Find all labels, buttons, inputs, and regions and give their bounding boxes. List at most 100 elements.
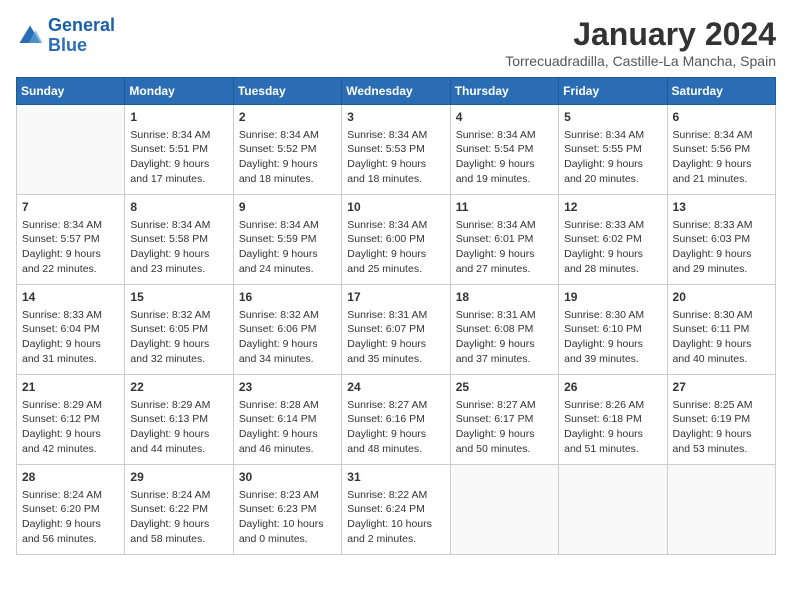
weekday-header: Monday <box>125 78 233 105</box>
day-info: Daylight: 9 hours <box>673 247 770 262</box>
day-number: 2 <box>239 109 336 126</box>
day-info: Daylight: 9 hours <box>22 427 119 442</box>
day-info: Daylight: 9 hours <box>673 427 770 442</box>
day-info: Sunset: 6:07 PM <box>347 322 444 337</box>
day-info: and 0 minutes. <box>239 532 336 547</box>
day-info: Sunrise: 8:29 AM <box>130 398 227 413</box>
day-info: Sunset: 5:51 PM <box>130 142 227 157</box>
day-number: 24 <box>347 379 444 396</box>
day-info: Sunrise: 8:25 AM <box>673 398 770 413</box>
day-info: Sunset: 6:11 PM <box>673 322 770 337</box>
day-info: Daylight: 9 hours <box>456 427 553 442</box>
day-info: and 50 minutes. <box>456 442 553 457</box>
day-info: Sunrise: 8:32 AM <box>239 308 336 323</box>
day-info: Daylight: 9 hours <box>347 427 444 442</box>
day-info: Daylight: 9 hours <box>564 337 661 352</box>
day-info: Sunset: 6:18 PM <box>564 412 661 427</box>
day-info: and 18 minutes. <box>347 172 444 187</box>
day-number: 23 <box>239 379 336 396</box>
calendar-header-row: SundayMondayTuesdayWednesdayThursdayFrid… <box>17 78 776 105</box>
day-info: Sunrise: 8:27 AM <box>347 398 444 413</box>
calendar-cell: 1Sunrise: 8:34 AMSunset: 5:51 PMDaylight… <box>125 105 233 195</box>
day-number: 14 <box>22 289 119 306</box>
day-info: and 17 minutes. <box>130 172 227 187</box>
day-info: and 56 minutes. <box>22 532 119 547</box>
day-info: Daylight: 9 hours <box>456 157 553 172</box>
calendar-cell: 13Sunrise: 8:33 AMSunset: 6:03 PMDayligh… <box>667 195 775 285</box>
calendar-cell: 5Sunrise: 8:34 AMSunset: 5:55 PMDaylight… <box>559 105 667 195</box>
day-info: Sunrise: 8:34 AM <box>130 128 227 143</box>
day-info: Sunset: 6:06 PM <box>239 322 336 337</box>
day-number: 18 <box>456 289 553 306</box>
day-info: Daylight: 10 hours <box>347 517 444 532</box>
day-info: Sunrise: 8:26 AM <box>564 398 661 413</box>
day-info: Sunrise: 8:33 AM <box>564 218 661 233</box>
day-info: Sunrise: 8:33 AM <box>22 308 119 323</box>
day-info: and 39 minutes. <box>564 352 661 367</box>
day-info: and 18 minutes. <box>239 172 336 187</box>
logo-icon <box>16 22 44 50</box>
day-info: Sunset: 6:05 PM <box>130 322 227 337</box>
day-info: Sunrise: 8:31 AM <box>456 308 553 323</box>
day-info: and 24 minutes. <box>239 262 336 277</box>
day-info: Sunrise: 8:34 AM <box>456 128 553 143</box>
day-number: 17 <box>347 289 444 306</box>
page-header: General Blue January 2024 Torrecuadradil… <box>16 16 776 69</box>
day-info: Daylight: 9 hours <box>130 247 227 262</box>
calendar-cell: 11Sunrise: 8:34 AMSunset: 6:01 PMDayligh… <box>450 195 558 285</box>
day-info: Daylight: 9 hours <box>130 427 227 442</box>
day-info: and 28 minutes. <box>564 262 661 277</box>
calendar-cell: 3Sunrise: 8:34 AMSunset: 5:53 PMDaylight… <box>342 105 450 195</box>
day-info: and 42 minutes. <box>22 442 119 457</box>
day-number: 11 <box>456 199 553 216</box>
day-info: Sunset: 6:13 PM <box>130 412 227 427</box>
day-info: and 22 minutes. <box>22 262 119 277</box>
day-info: Sunset: 6:24 PM <box>347 502 444 517</box>
calendar-cell: 23Sunrise: 8:28 AMSunset: 6:14 PMDayligh… <box>233 375 341 465</box>
day-number: 29 <box>130 469 227 486</box>
calendar-cell: 2Sunrise: 8:34 AMSunset: 5:52 PMDaylight… <box>233 105 341 195</box>
calendar-cell: 10Sunrise: 8:34 AMSunset: 6:00 PMDayligh… <box>342 195 450 285</box>
day-info: and 46 minutes. <box>239 442 336 457</box>
calendar-cell: 12Sunrise: 8:33 AMSunset: 6:02 PMDayligh… <box>559 195 667 285</box>
day-info: and 48 minutes. <box>347 442 444 457</box>
day-info: Sunset: 6:20 PM <box>22 502 119 517</box>
day-info: Sunset: 6:02 PM <box>564 232 661 247</box>
day-info: Sunrise: 8:30 AM <box>673 308 770 323</box>
day-info: Sunrise: 8:34 AM <box>673 128 770 143</box>
calendar-table: SundayMondayTuesdayWednesdayThursdayFrid… <box>16 77 776 555</box>
day-info: Sunset: 6:14 PM <box>239 412 336 427</box>
day-number: 30 <box>239 469 336 486</box>
day-info: Sunrise: 8:34 AM <box>564 128 661 143</box>
calendar-cell: 24Sunrise: 8:27 AMSunset: 6:16 PMDayligh… <box>342 375 450 465</box>
day-info: Sunrise: 8:28 AM <box>239 398 336 413</box>
day-info: and 29 minutes. <box>673 262 770 277</box>
logo: General Blue <box>16 16 115 56</box>
day-info: Sunset: 6:22 PM <box>130 502 227 517</box>
title-block: January 2024 Torrecuadradilla, Castille-… <box>505 16 776 69</box>
calendar-cell: 21Sunrise: 8:29 AMSunset: 6:12 PMDayligh… <box>17 375 125 465</box>
day-number: 10 <box>347 199 444 216</box>
calendar-week-row: 7Sunrise: 8:34 AMSunset: 5:57 PMDaylight… <box>17 195 776 285</box>
calendar-week-row: 1Sunrise: 8:34 AMSunset: 5:51 PMDaylight… <box>17 105 776 195</box>
calendar-cell: 27Sunrise: 8:25 AMSunset: 6:19 PMDayligh… <box>667 375 775 465</box>
calendar-cell <box>667 465 775 555</box>
day-info: Sunrise: 8:34 AM <box>347 128 444 143</box>
day-info: Sunset: 6:00 PM <box>347 232 444 247</box>
calendar-week-row: 14Sunrise: 8:33 AMSunset: 6:04 PMDayligh… <box>17 285 776 375</box>
day-info: Daylight: 9 hours <box>347 247 444 262</box>
day-number: 9 <box>239 199 336 216</box>
calendar-cell: 30Sunrise: 8:23 AMSunset: 6:23 PMDayligh… <box>233 465 341 555</box>
day-info: Sunrise: 8:23 AM <box>239 488 336 503</box>
day-info: Sunset: 5:57 PM <box>22 232 119 247</box>
day-info: and 44 minutes. <box>130 442 227 457</box>
calendar-cell: 29Sunrise: 8:24 AMSunset: 6:22 PMDayligh… <box>125 465 233 555</box>
day-number: 6 <box>673 109 770 126</box>
day-info: Sunset: 6:19 PM <box>673 412 770 427</box>
calendar-cell <box>450 465 558 555</box>
day-info: Daylight: 9 hours <box>564 157 661 172</box>
calendar-cell: 8Sunrise: 8:34 AMSunset: 5:58 PMDaylight… <box>125 195 233 285</box>
calendar-cell: 26Sunrise: 8:26 AMSunset: 6:18 PMDayligh… <box>559 375 667 465</box>
calendar-cell <box>17 105 125 195</box>
day-info: and 27 minutes. <box>456 262 553 277</box>
